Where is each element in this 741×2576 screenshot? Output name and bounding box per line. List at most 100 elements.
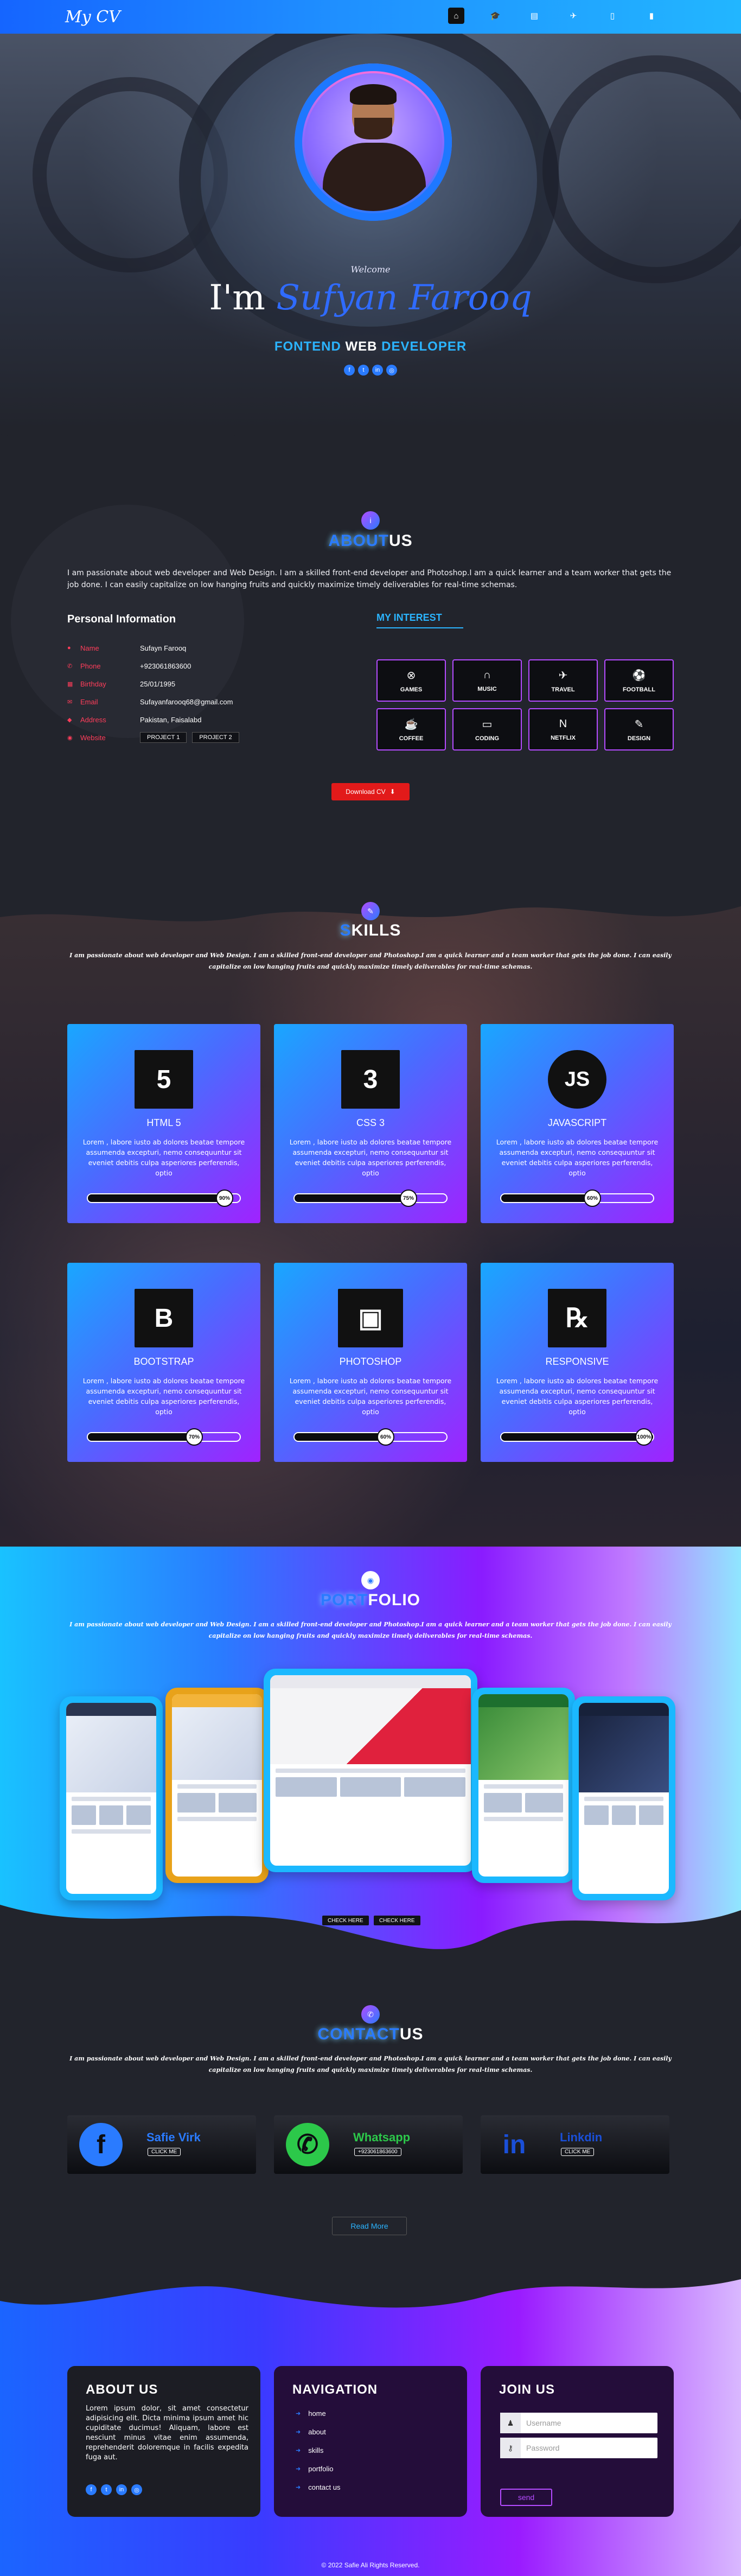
coffee-icon: ☕ <box>404 718 418 730</box>
linkedin-icon[interactable]: in <box>372 365 383 376</box>
footer-about-card: ABOUT US Lorem ipsum dolor, sit amet con… <box>67 2366 260 2517</box>
gamepad-icon: ⊗ <box>406 669 416 682</box>
phone-icon: ✆ <box>67 663 73 670</box>
portfolio-item[interactable] <box>60 1696 163 1900</box>
twitter-icon[interactable]: t <box>101 2484 112 2495</box>
facebook-icon[interactable]: f <box>344 365 355 376</box>
profile-avatar <box>295 63 452 221</box>
laptop-icon: ▭ <box>482 718 493 730</box>
personal-info-title: Personal Information <box>67 613 176 625</box>
contact-card[interactable]: in Linkdin CLICK ME <box>481 2115 669 2174</box>
project-2-button[interactable]: PROJECT 2 <box>192 732 239 743</box>
skill-card: B BOOTSTRAP Lorem , labore iusto ab dolo… <box>67 1263 260 1462</box>
netflix-icon: N <box>559 717 567 730</box>
linkedin-icon[interactable]: in <box>116 2484 127 2495</box>
download-icon: ⬇ <box>389 788 395 796</box>
football-icon: ⚽ <box>632 669 646 682</box>
calendar-icon: ▦ <box>67 680 73 688</box>
skill-progress-bar: 100% <box>500 1428 654 1446</box>
site-logo[interactable]: My CV <box>65 8 120 27</box>
contact-card[interactable]: ✆ Whatsapp +923061863600 <box>274 2115 463 2174</box>
interest-card[interactable]: ∩ MUSIC <box>452 659 522 702</box>
info-row: ◆ Address Pakistan, Faisalabd <box>67 715 202 724</box>
page: My CV ⌂ 🎓 ▤ ✈ ▯ ▮ Welcome I'm Sufyan Far… <box>0 0 741 2576</box>
footer-link-contact[interactable]: ➜ contact us <box>296 2483 340 2491</box>
footer-social: f t in ◎ <box>86 2484 142 2495</box>
instagram-icon[interactable]: ◎ <box>131 2484 142 2495</box>
hero-name: I'm Sufyan Farooq <box>0 278 741 318</box>
interest-card[interactable]: ✎ DESIGN <box>604 708 674 750</box>
portfolio-item[interactable] <box>572 1696 675 1900</box>
about-section: i ABOUTUS I am passionate about web deve… <box>0 429 741 917</box>
interest-card[interactable]: ⊗ GAMES <box>376 659 446 702</box>
check-here-button[interactable]: CHECK HERE <box>374 1916 420 1925</box>
wave-divider <box>0 432 741 461</box>
interest-card[interactable]: N NETFLIX <box>528 708 598 750</box>
fighter-jet-icon[interactable]: ✈ <box>565 8 582 24</box>
portfolio-item[interactable] <box>165 1688 269 1883</box>
hero-role: FONTEND WEB DEVELOPER <box>274 339 467 354</box>
eye-icon: ◉ <box>361 1571 380 1589</box>
contact-card[interactable]: f Safie Virk CLICK ME <box>67 2115 256 2174</box>
footer-link-about[interactable]: ➜ about <box>296 2428 326 2436</box>
bootstrap-icon: B <box>131 1286 196 1351</box>
interest-card[interactable]: ⚽ FOOTBALL <box>604 659 674 702</box>
portfolio-item[interactable] <box>264 1669 477 1872</box>
info-row: ● Name Sufayn Farooq <box>67 644 187 652</box>
password-field[interactable]: ⚷ Password <box>500 2438 657 2458</box>
send-button[interactable]: send <box>500 2489 552 2506</box>
phone-icon: ✆ <box>361 2005 380 2024</box>
about-title: ABOUTUS <box>328 532 413 550</box>
id-card-icon[interactable]: ▤ <box>526 8 542 24</box>
facebook-icon[interactable]: f <box>86 2484 97 2495</box>
skill-progress-bar: 75% <box>293 1190 448 1207</box>
check-here-button[interactable]: CHECK HERE <box>322 1916 369 1925</box>
skill-progress-bar: 60% <box>293 1428 448 1446</box>
interest-grid: ⊗ GAMES ∩ MUSIC ✈ TRAVEL ⚽ FOOTBALL ☕ COFFEE … <box>376 659 674 750</box>
twitter-icon[interactable]: t <box>358 365 369 376</box>
nav-icons: ⌂ 🎓 ▤ ✈ ▯ ▮ <box>448 8 660 24</box>
username-field[interactable]: ♟ Username <box>500 2413 657 2433</box>
mobile-icon[interactable]: ▮ <box>643 8 660 24</box>
footer-link-portfolio[interactable]: ➜ portfolio <box>296 2465 333 2473</box>
download-cv-button[interactable]: Download CV ⬇ <box>331 783 410 800</box>
arrow-icon: ➜ <box>296 2447 301 2454</box>
globe-icon: ◉ <box>67 734 73 741</box>
graduation-cap-icon[interactable]: 🎓 <box>487 8 503 24</box>
footer-join-card: JOIN US ♟ Username ⚷ Password send <box>481 2366 674 2517</box>
arrow-icon: ➜ <box>296 2466 301 2472</box>
skill-card: ℞ RESPONSIVE Lorem , labore iusto ab dol… <box>481 1263 674 1462</box>
footer-link-skills[interactable]: ➜ skills <box>296 2446 323 2454</box>
arrow-icon: ➜ <box>296 2484 301 2491</box>
interest-card[interactable]: ▭ CODING <box>452 708 522 750</box>
wave-divider <box>0 2257 741 2308</box>
home-icon[interactable]: ⌂ <box>448 8 464 24</box>
interest-underline <box>376 627 463 628</box>
interest-card[interactable]: ✈ TRAVEL <box>528 659 598 702</box>
copyright-text: © 2022 Safie Ali Rights Reserved. <box>321 2561 420 2569</box>
portfolio-description: I am passionate about web developer and … <box>69 1621 672 1639</box>
portfolio-item[interactable] <box>472 1688 575 1883</box>
skill-card: ▣ PHOTOSHOP Lorem , labore iusto ab dolo… <box>274 1263 467 1462</box>
plane-icon: ✈ <box>558 669 568 682</box>
wave-divider <box>0 1954 741 1986</box>
portfolio-title: PORTFOLIO <box>321 1591 420 1609</box>
skill-progress-bar: 60% <box>500 1190 654 1207</box>
skill-card: 5 HTML 5 Lorem , labore iusto ab dolores… <box>67 1024 260 1223</box>
footer-link-home[interactable]: ➜ home <box>296 2409 326 2418</box>
read-more-button[interactable]: Read More <box>332 2217 407 2235</box>
hero-im: I'm <box>209 278 265 318</box>
project-1-button[interactable]: PROJECT 1 <box>140 732 187 743</box>
info-row: ▦ Birthday 25/01/1995 <box>67 679 176 688</box>
html5-icon: 5 <box>131 1047 196 1112</box>
chat-icon: ✎ <box>361 902 380 920</box>
interest-card[interactable]: ☕ COFFEE <box>376 708 446 750</box>
file-icon[interactable]: ▯ <box>604 8 621 24</box>
instagram-icon[interactable]: ◎ <box>386 365 397 376</box>
arrow-icon: ➜ <box>296 2410 301 2417</box>
user-icon: ● <box>67 645 71 651</box>
welcome-text: Welcome <box>350 264 391 275</box>
linkedin-icon: in <box>502 2130 526 2159</box>
map-marker-icon: ◆ <box>67 716 72 723</box>
user-icon: i <box>361 511 380 530</box>
